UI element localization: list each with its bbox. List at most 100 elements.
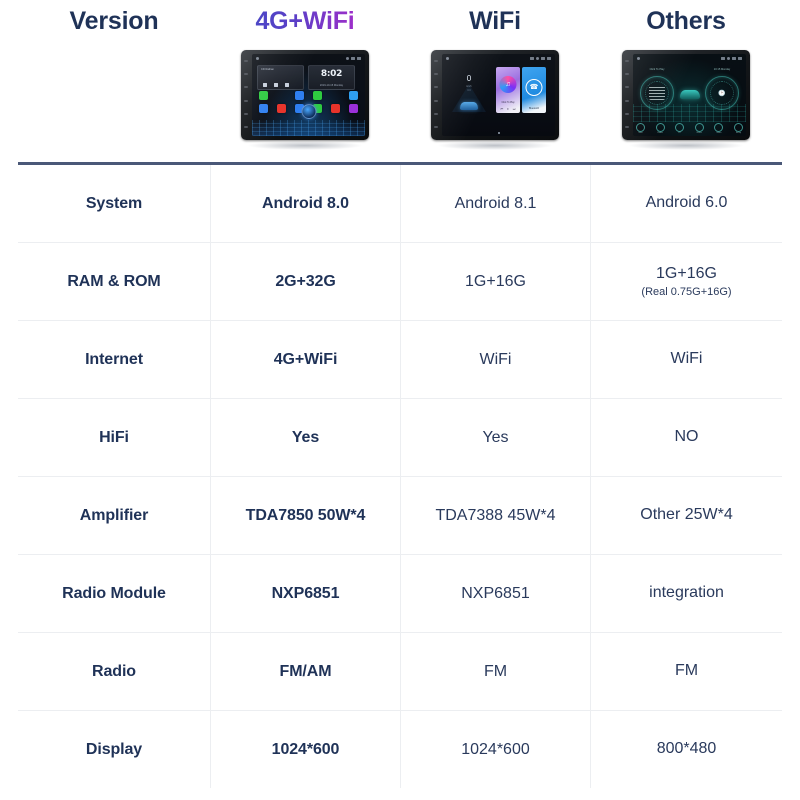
feature-name-cell: Display [18, 711, 210, 788]
device-image-others: Click To Play 10:15 Monday 🕑 Navi Radio … [616, 48, 756, 152]
feature-label: Internet [85, 350, 143, 368]
music-tile-controls: ⏮ ⏵ ⏭ [500, 107, 516, 111]
speed-sub: 0.0 [467, 89, 471, 92]
car-icon-3 [679, 90, 700, 99]
feature-label: RAM & ROM [67, 272, 161, 290]
value-text: 1024*600 [461, 740, 530, 758]
right-dial-clock: 🕑 [710, 81, 734, 105]
value-cell-others: integration [590, 555, 782, 632]
bezel-buttons-3 [625, 60, 630, 128]
header-column-others: Others Click To Play 10:15 Monday 🕑 Navi… [590, 0, 782, 162]
clock-widget-1: 8:02 2019-10-15 Monday [308, 65, 355, 90]
value-text: FM/AM [279, 662, 332, 680]
feature-name-cell: Internet [18, 321, 210, 398]
music-tile: ♫ Click To Play ⏮ ⏵ ⏭ [496, 67, 520, 113]
comparison-table: System Android 8.0 Android 8.1 Android 6… [18, 162, 782, 788]
left-dial-inner [645, 81, 669, 105]
value-cell-others: 800*480 [590, 711, 782, 788]
value-text: Yes [482, 428, 509, 446]
device-screen-1: CD Rathan 8:02 2019-10-15 Monday [252, 54, 365, 136]
value-text: 4G+WiFi [273, 350, 338, 368]
value-text: Android 6.0 [645, 193, 728, 211]
page-indicator-dot [497, 132, 500, 134]
app-icon-music [273, 104, 289, 113]
device-image-4g-wifi: CD Rathan 8:02 2019-10-15 Monday [235, 48, 375, 152]
value-cell-wifi: TDA7388 45W*4 [400, 477, 590, 554]
value-text: NO [674, 427, 699, 445]
app-icon-browser [346, 91, 362, 100]
header-title-others: Others [646, 7, 726, 35]
feature-name-cell: HiFi [18, 399, 210, 476]
bluetooth-tile-caption: Bluetooth [528, 107, 540, 110]
app-grid-row-1 [255, 91, 362, 100]
value-text: WiFi [479, 350, 512, 368]
car-icon-2 [460, 102, 478, 110]
value-cell-wifi: 1024*600 [400, 711, 590, 788]
device-shadow-1 [247, 141, 363, 150]
value-cell-4g: 2G+32G [210, 243, 400, 320]
app-icon-video [291, 91, 307, 100]
table-row: Amplifier TDA7850 50W*4 TDA7388 45W*4 Ot… [18, 476, 782, 554]
bluetooth-tile: ☎ Bluetooth [522, 67, 546, 113]
media-widget-1: CD Rathan [257, 65, 304, 90]
center-orb-icon [301, 104, 316, 119]
value-cell-others: FM [590, 633, 782, 710]
dock-icon-bt: BT [675, 122, 685, 134]
value-cell-others: Other 25W*4 [590, 477, 782, 554]
right-dial-label: 10:15 Monday [713, 68, 731, 71]
feature-label: HiFi [99, 428, 129, 446]
value-cell-others: WiFi [590, 321, 782, 398]
header-column-wifi: WiFi 0 km/h 0.0 ♫ Click To Play ⏮ ⏵ ⏭ ☎ … [400, 0, 590, 162]
value-cell-4g: 1024*600 [210, 711, 400, 788]
value-cell-wifi: WiFi [400, 321, 590, 398]
media-widget-controls [263, 83, 289, 87]
value-text: FM [483, 662, 508, 680]
dock-row-3: Navi Radio BT Music Video Setup [636, 122, 743, 134]
app-icon-tool [309, 91, 325, 100]
app-slot-empty-2 [328, 91, 344, 100]
value-cell-wifi: 1G+16G [400, 243, 590, 320]
value-text: Android 8.0 [262, 194, 349, 212]
feature-name-cell: Radio Module [18, 555, 210, 632]
status-bar-3 [633, 54, 746, 62]
dock-icon-music: Music [694, 122, 704, 134]
value-cell-4g: Yes [210, 399, 400, 476]
value-text: Yes [291, 428, 320, 446]
dock-icon-radio: Radio [655, 122, 665, 134]
app-icon-bt-call [255, 104, 271, 113]
comparison-page: Version 4G+WiFi CD Rathan 8:02 2019-10-1… [0, 0, 800, 800]
device-image-wifi: 0 km/h 0.0 ♫ Click To Play ⏮ ⏵ ⏭ ☎ Bluet… [425, 48, 565, 152]
value-text: NXP6851 [461, 584, 530, 602]
value-text: Android 8.1 [454, 194, 537, 212]
table-row: Display 1024*600 1024*600 800*480 [18, 710, 782, 788]
table-row: RAM & ROM 2G+32G 1G+16G 1G+16G (Real 0.75… [18, 242, 782, 320]
speed-unit: km/h [466, 85, 472, 88]
feature-name-cell: RAM & ROM [18, 243, 210, 320]
head-unit-body-3: Click To Play 10:15 Monday 🕑 Navi Radio … [622, 50, 750, 140]
table-row: HiFi Yes Yes NO [18, 398, 782, 476]
value-cell-4g: NXP6851 [210, 555, 400, 632]
device-shadow-3 [628, 141, 744, 150]
value-text: TDA7850 50W*4 [245, 506, 366, 524]
feature-name-cell: Amplifier [18, 477, 210, 554]
head-unit-body-1: CD Rathan 8:02 2019-10-15 Monday [241, 50, 369, 140]
value-text: Other 25W*4 [640, 505, 733, 523]
feature-label: Display [85, 740, 143, 758]
device-screen-2: 0 km/h 0.0 ♫ Click To Play ⏮ ⏵ ⏭ ☎ Bluet… [442, 54, 555, 136]
header-column-version: Version [18, 0, 210, 162]
value-cell-4g: 4G+WiFi [210, 321, 400, 398]
value-subtext: (Real 0.75G+16G) [641, 285, 732, 298]
header-column-4g-wifi: 4G+WiFi CD Rathan 8:02 2019-10-15 Monday [210, 0, 400, 162]
value-text: NXP6851 [271, 584, 340, 602]
value-cell-4g: TDA7850 50W*4 [210, 477, 400, 554]
feature-name-cell: System [18, 165, 210, 242]
value-text: 1G+16G [656, 264, 717, 282]
header-title-4g-wifi: 4G+WiFi [210, 0, 400, 36]
speaker-grille-icon [649, 86, 665, 100]
value-text: 1024*600 [271, 740, 340, 758]
value-cell-4g: Android 8.0 [210, 165, 400, 242]
clock-time: 8:02 [320, 69, 343, 79]
head-unit-body-2: 0 km/h 0.0 ♫ Click To Play ⏮ ⏵ ⏭ ☎ Bluet… [431, 50, 559, 140]
value-cell-wifi: FM [400, 633, 590, 710]
bezel-buttons-1 [244, 60, 249, 128]
